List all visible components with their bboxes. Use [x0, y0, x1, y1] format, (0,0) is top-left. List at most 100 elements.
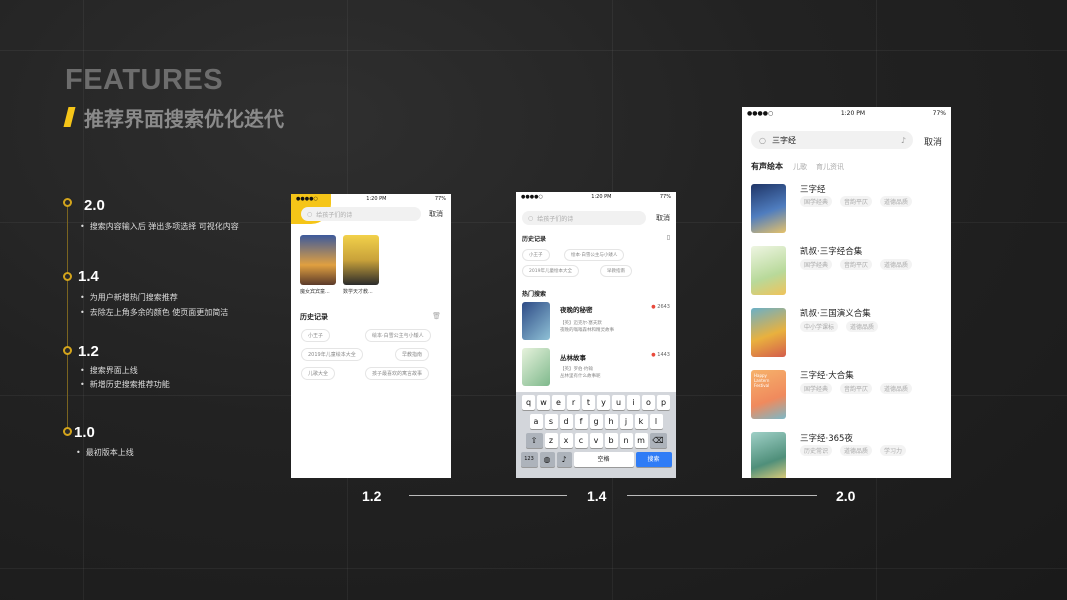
key-p[interactable]: p — [657, 395, 670, 410]
key-o[interactable]: o — [642, 395, 655, 410]
result-tag[interactable]: 音韵平仄 — [840, 196, 873, 207]
key-t[interactable]: t — [582, 395, 595, 410]
key-y[interactable]: y — [597, 395, 610, 410]
hot-item-desc: 夜晚的嗡嗡森林和精灵故事 — [560, 328, 614, 333]
result-tag[interactable]: 历史常识 — [800, 445, 833, 456]
fire-icon: ● — [651, 352, 656, 358]
trash-icon[interactable]: 🗑 — [432, 312, 441, 320]
result-tag[interactable]: 音韵平仄 — [840, 383, 873, 394]
key-g[interactable]: g — [589, 414, 603, 429]
key-n[interactable]: n — [619, 433, 633, 448]
history-chip[interactable]: 儿歌大全 — [301, 367, 336, 380]
hot-item-author: 【英】罗伯·约翰 — [560, 367, 593, 372]
result-tag[interactable]: 音韵平仄 — [840, 259, 873, 270]
result-title[interactable]: 凯叔·三字经合集 — [800, 245, 862, 257]
book-cover[interactable] — [751, 432, 786, 478]
bottom-timeline-line — [627, 495, 817, 496]
book-cover[interactable] — [522, 348, 550, 386]
result-tag[interactable]: 国学经典 — [800, 259, 833, 270]
history-chip[interactable]: 小王子 — [522, 249, 550, 261]
accent-bar — [63, 107, 76, 127]
timeline-dot — [63, 427, 72, 436]
result-tag[interactable]: 中小学课标 — [800, 321, 839, 332]
cancel-button[interactable]: 取消 — [656, 213, 670, 223]
status-time: 1:20 PM — [366, 196, 387, 202]
book-title: 数学天才教... — [343, 289, 373, 295]
result-title[interactable]: 凯叔·三国演义合集 — [800, 307, 871, 319]
timeline-item: 搜索界面上线 — [80, 365, 138, 376]
key-s[interactable]: s — [544, 414, 558, 429]
book-cover[interactable] — [751, 184, 786, 233]
hot-item-title[interactable]: 夜晚的秘密 — [560, 304, 593, 314]
key-u[interactable]: u — [612, 395, 625, 410]
key-e[interactable]: e — [552, 395, 565, 410]
bottom-version: 1.2 — [362, 488, 382, 504]
key-w[interactable]: w — [537, 395, 550, 410]
book-cover[interactable] — [751, 308, 786, 357]
tab-parenting-news[interactable]: 育儿资讯 — [816, 162, 844, 172]
result-tag[interactable]: 道德品质 — [880, 259, 913, 270]
key-k[interactable]: k — [634, 414, 648, 429]
shift-key-icon[interactable]: ⇧ — [525, 433, 543, 448]
key-j[interactable]: j — [619, 414, 633, 429]
search-input[interactable]: ○ 三字经 ♪ — [751, 131, 913, 149]
key-r[interactable]: r — [567, 395, 580, 410]
mic-key-icon[interactable]: ♪ — [556, 452, 572, 467]
search-input[interactable]: ○ 给孩子们的诗 — [522, 211, 646, 225]
delete-key-icon[interactable]: ⌫ — [649, 433, 667, 448]
key-i[interactable]: i — [627, 395, 640, 410]
result-title[interactable]: 三字经·365夜 — [800, 432, 853, 444]
result-tag[interactable]: 道德品质 — [880, 196, 913, 207]
key-q[interactable]: q — [522, 395, 535, 410]
keyboard: q w e r t y u i o p a s d f g h j k l ⇧ … — [516, 392, 676, 478]
key-h[interactable]: h — [604, 414, 618, 429]
history-chip[interactable]: 2019年儿童绘本大全 — [301, 348, 363, 361]
mic-icon[interactable]: ♪ — [901, 136, 906, 145]
cancel-button[interactable]: 取消 — [924, 135, 942, 148]
battery-label: 77% — [932, 109, 946, 117]
key-m[interactable]: m — [634, 433, 648, 448]
book-cover[interactable] — [751, 246, 786, 295]
result-tag[interactable]: 道德品质 — [840, 445, 873, 456]
key-f[interactable]: f — [574, 414, 588, 429]
result-tag[interactable]: 国学经典 — [800, 196, 833, 207]
globe-key-icon[interactable]: ◍ — [539, 452, 555, 467]
tab-audio-picture-books[interactable]: 有声绘本 — [751, 161, 783, 172]
result-title[interactable]: 三字经 — [800, 183, 826, 195]
key-c[interactable]: c — [574, 433, 588, 448]
key-d[interactable]: d — [559, 414, 573, 429]
history-chip[interactable]: 2019年儿童绘本大全 — [522, 265, 579, 277]
book-cover[interactable] — [343, 235, 379, 285]
search-key[interactable]: 搜索 — [635, 452, 672, 467]
search-input[interactable]: ○ 给孩子们的诗 — [301, 207, 421, 221]
key-z[interactable]: z — [544, 433, 558, 448]
result-tag[interactable]: 道德品质 — [880, 383, 913, 394]
history-chip[interactable]: 早教指南 — [600, 265, 632, 277]
book-cover[interactable] — [300, 235, 336, 285]
hot-item-title[interactable]: 丛林故事 — [560, 352, 586, 362]
history-chip[interactable]: 绘本·白雪公主与小矮人 — [365, 329, 431, 342]
book-cover[interactable] — [522, 302, 550, 340]
key-b[interactable]: b — [604, 433, 618, 448]
result-title[interactable]: 三字经·大合集 — [800, 369, 854, 381]
key-l[interactable]: l — [649, 414, 663, 429]
hot-item-author: 【英】迈克尔·塞夫默 — [560, 321, 602, 326]
key-x[interactable]: x — [559, 433, 573, 448]
result-tag[interactable]: 道德品质 — [846, 321, 879, 332]
space-key[interactable]: 空格 — [573, 452, 634, 467]
history-chip[interactable]: 绘本·白雪公主与小矮人 — [564, 249, 625, 261]
history-chip[interactable]: 小王子 — [301, 329, 331, 342]
trash-icon[interactable]: ▯ — [667, 234, 670, 241]
page-subtitle: 推荐界面搜索优化迭代 — [84, 107, 284, 131]
book-cover[interactable]: Happy Lantern Festival — [751, 370, 786, 419]
result-tag[interactable]: 国学经典 — [800, 383, 833, 394]
result-tag[interactable]: 学习力 — [880, 445, 907, 456]
cancel-button[interactable]: 取消 — [429, 209, 443, 219]
history-chip[interactable]: 孩子最喜欢的寓言故事 — [365, 367, 430, 380]
signal-icon: ●●●●○ — [521, 194, 543, 200]
numbers-key[interactable]: 123 — [520, 452, 538, 467]
key-a[interactable]: a — [529, 414, 543, 429]
key-v[interactable]: v — [589, 433, 603, 448]
tab-children-songs[interactable]: 儿歌 — [793, 162, 807, 172]
history-chip[interactable]: 早教指南 — [395, 348, 430, 361]
